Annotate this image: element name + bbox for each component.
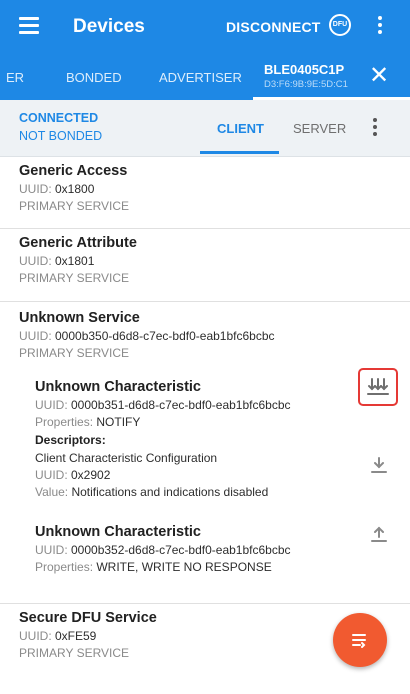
options-menu-icon[interactable] (371, 118, 379, 138)
service-type: PRIMARY SERVICE (19, 646, 130, 660)
disconnect-button[interactable]: DISCONNECT (226, 19, 321, 35)
service-generic-access[interactable]: Generic Access UUID: 0x1800 PRIMARY SERV… (0, 157, 410, 229)
service-title: Generic Access (19, 163, 128, 179)
tab-scanner-partial[interactable]: ER (6, 70, 24, 85)
upload-arrow-icon (371, 526, 387, 542)
descriptors-label: Descriptors: (35, 433, 106, 447)
log-list-icon (352, 634, 366, 648)
characteristic-title: Unknown Characteristic (35, 524, 201, 540)
close-icon[interactable]: ✕ (369, 64, 389, 88)
connection-bar: CONNECTED NOT BONDED CLIENT SERVER (0, 100, 410, 157)
uuid-label: UUID: (35, 468, 71, 482)
service-title: Unknown Service (19, 310, 140, 326)
uuid-label: UUID: (35, 543, 71, 557)
uuid-label: UUID: (19, 254, 55, 268)
download-arrow-icon (371, 457, 387, 473)
notifications-toggle-icon (367, 378, 389, 395)
uuid-label: UUID: (19, 629, 55, 643)
read-descriptor-button[interactable] (370, 456, 388, 479)
characteristic-properties: WRITE, WRITE NO RESPONSE (96, 560, 272, 574)
service-type: PRIMARY SERVICE (19, 271, 130, 285)
uuid-label: UUID: (19, 329, 55, 343)
tab-server[interactable]: SERVER (293, 121, 346, 136)
uuid-label: UUID: (19, 182, 55, 196)
service-unknown[interactable]: Unknown Service UUID: 0000b350-d6d8-c7ec… (0, 302, 410, 604)
connection-status: CONNECTED (19, 111, 99, 125)
tab-bonded[interactable]: BONDED (66, 70, 122, 85)
device-tab-bar: ER BONDED ADVERTISER BLE0405C1P D3:F6:9B… (0, 55, 410, 100)
service-uuid: 0x1800 (55, 182, 95, 196)
service-uuid: 0x1801 (55, 254, 95, 268)
write-characteristic-button[interactable] (370, 525, 388, 548)
characteristic-write[interactable]: Unknown Characteristic UUID: 0000b352-d6… (35, 524, 291, 574)
tab-client[interactable]: CLIENT (217, 121, 264, 136)
service-uuid: 0000b350-d6d8-c7ec-bdf0-eab1bfc6bcbc (55, 329, 275, 343)
menu-icon[interactable] (19, 17, 39, 34)
enable-notifications-button[interactable] (358, 368, 398, 406)
characteristic-properties: NOTIFY (96, 415, 141, 429)
descriptor-name: Client Characteristic Configuration (35, 451, 218, 465)
app-title: Devices (73, 16, 145, 37)
descriptor-uuid: 0x2902 (71, 468, 111, 482)
bond-status: NOT BONDED (19, 129, 103, 143)
client-tab-indicator (200, 151, 279, 154)
service-uuid: 0xFE59 (55, 629, 97, 643)
characteristic-notify[interactable]: Unknown Characteristic UUID: 0000b351-d6… (35, 379, 291, 499)
properties-label: Properties: (35, 415, 97, 429)
service-title: Secure DFU Service (19, 610, 157, 626)
tab-advertiser[interactable]: ADVERTISER (159, 70, 242, 85)
service-title: Generic Attribute (19, 235, 137, 251)
uuid-label: UUID: (35, 398, 71, 412)
services-list: Generic Access UUID: 0x1800 PRIMARY SERV… (0, 157, 410, 694)
overflow-menu-icon[interactable] (376, 16, 384, 38)
characteristic-uuid: 0000b351-d6d8-c7ec-bdf0-eab1bfc6bcbc (71, 398, 291, 412)
characteristic-title: Unknown Characteristic (35, 379, 201, 395)
dfu-icon[interactable]: DFU (329, 14, 351, 36)
log-fab-button[interactable] (333, 613, 387, 667)
properties-label: Properties: (35, 560, 97, 574)
service-type: PRIMARY SERVICE (19, 346, 130, 360)
service-generic-attribute[interactable]: Generic Attribute UUID: 0x1801 PRIMARY S… (0, 229, 410, 302)
service-type: PRIMARY SERVICE (19, 199, 130, 213)
app-bar: Devices DISCONNECT DFU (0, 0, 410, 55)
value-label: Value: (35, 485, 72, 499)
characteristic-uuid: 0000b352-d6d8-c7ec-bdf0-eab1bfc6bcbc (71, 543, 291, 557)
descriptor-value: Notifications and indications disabled (71, 485, 269, 499)
